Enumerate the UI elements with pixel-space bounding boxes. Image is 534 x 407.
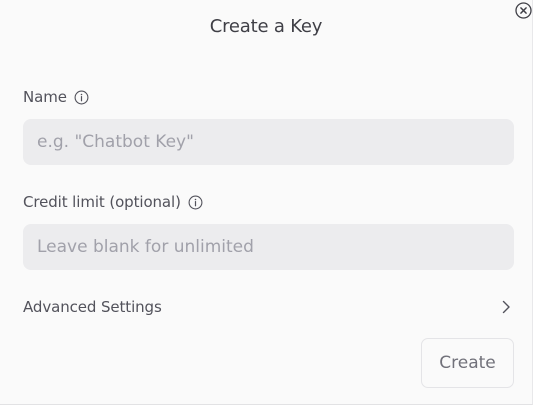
- create-button[interactable]: Create: [421, 338, 514, 388]
- credit-limit-input[interactable]: [23, 224, 514, 270]
- name-label-row: Name: [23, 88, 89, 106]
- credit-limit-label: Credit limit (optional): [23, 193, 181, 211]
- credit-limit-label-row: Credit limit (optional): [23, 193, 203, 211]
- close-icon[interactable]: [515, 2, 532, 19]
- dialog-title: Create a Key: [209, 16, 323, 37]
- advanced-settings-label: Advanced Settings: [23, 298, 162, 316]
- name-label: Name: [23, 88, 67, 106]
- info-icon[interactable]: [74, 90, 89, 105]
- advanced-settings-toggle[interactable]: Advanced Settings: [23, 292, 514, 322]
- create-key-dialog: Create a Key Name Credit limit (optional…: [0, 0, 533, 405]
- chevron-right-icon: [502, 300, 510, 314]
- name-input[interactable]: [23, 119, 514, 165]
- info-icon[interactable]: [188, 195, 203, 210]
